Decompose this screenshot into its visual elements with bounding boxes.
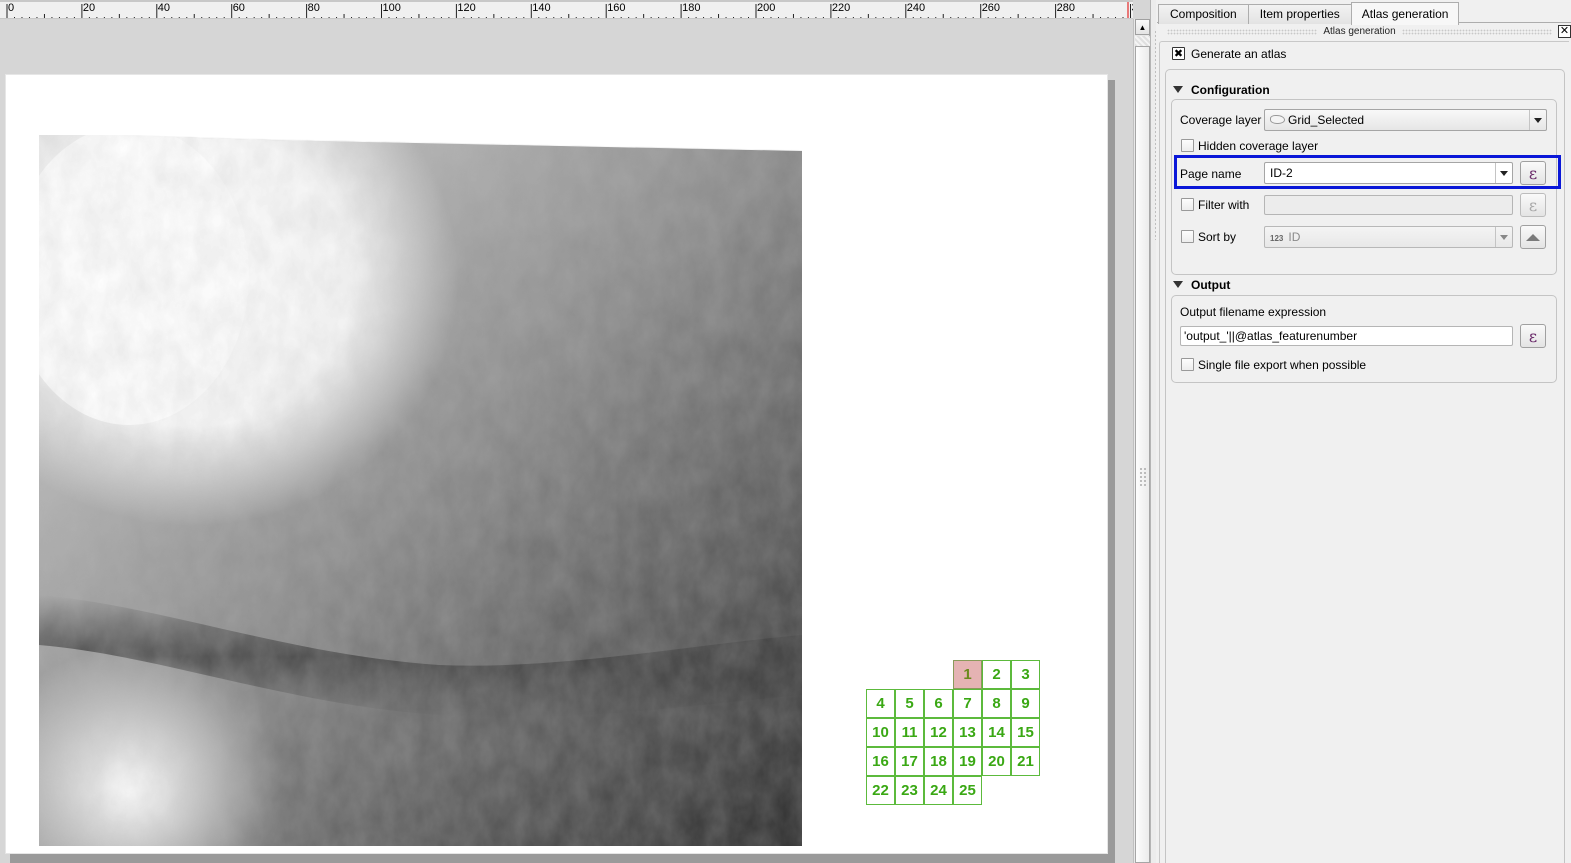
tab-atlas-generation[interactable]: Atlas generation <box>1350 2 1460 25</box>
ruler-label: 0 <box>8 2 15 14</box>
grid-cell-6: 6 <box>924 689 953 718</box>
atlas-panel: Composition Item properties Atlas genera… <box>1156 0 1571 863</box>
dem-raster <box>39 135 802 846</box>
ruler-label: 140 <box>532 2 551 14</box>
grid-cell-14: 14 <box>982 718 1011 747</box>
grid-cell-10: 10 <box>866 718 895 747</box>
sort-by-select[interactable]: 123 ID <box>1264 226 1513 248</box>
canvas-vertical-scrollbar[interactable]: ▲ <box>1133 19 1150 863</box>
numeric-field-icon: 123 <box>1270 234 1284 243</box>
output-header[interactable]: Output <box>1173 278 1230 292</box>
output-expression-button[interactable]: ε <box>1520 324 1546 348</box>
collapse-triangle-icon <box>1173 86 1183 94</box>
grid-cell-4: 4 <box>866 689 895 718</box>
configuration-title: Configuration <box>1191 83 1270 97</box>
grid-cell-11: 11 <box>895 718 924 747</box>
chevron-down-icon <box>1495 227 1512 247</box>
configuration-header[interactable]: Configuration <box>1173 83 1270 97</box>
close-icon[interactable]: ✕ <box>1558 25 1571 38</box>
composition-page[interactable]: 1 2 3 4 5 6 7 8 9 10 11 12 13 14 15 16 17 18 19 20 21 22 23 24 2… <box>5 74 1108 854</box>
grid-cell-23: 23 <box>895 776 924 805</box>
grid-cell-19: 19 <box>953 747 982 776</box>
dock-title: Atlas generation <box>1323 26 1396 37</box>
grid-cell-3: 3 <box>1011 660 1040 689</box>
ruler-label: 60 <box>232 2 245 14</box>
grid-cell-22: 22 <box>866 776 895 805</box>
output-filename-label: Output filename expression <box>1180 305 1327 319</box>
ruler-label: 40 <box>157 2 171 14</box>
grid-cell-13: 13 <box>953 718 982 747</box>
ruler-label: 240 <box>906 2 926 14</box>
ruler-label: 280 <box>1056 2 1075 14</box>
horizontal-ruler: 0 20 40 60 80 100 120 140 160 180 200 220 240 260 280 3… <box>0 0 1133 19</box>
page-name-select[interactable]: ID-2 <box>1264 162 1513 184</box>
filter-with-checkbox[interactable] <box>1181 198 1194 211</box>
chevron-down-icon <box>1495 163 1512 183</box>
tab-item-properties[interactable]: Item properties <box>1247 4 1352 24</box>
ruler-label: 180 <box>682 2 701 14</box>
dock-title-bar[interactable]: Atlas generation ✕ <box>1161 24 1571 39</box>
ruler-label: 100 <box>382 2 401 14</box>
collapse-triangle-icon <box>1173 281 1183 289</box>
hidden-coverage-checkbox[interactable] <box>1181 139 1194 152</box>
scroll-thumb[interactable] <box>1135 46 1150 863</box>
single-file-label: Single file export when possible <box>1198 358 1367 372</box>
grid-cell-20: 20 <box>982 747 1011 776</box>
single-file-checkbox[interactable] <box>1181 358 1194 371</box>
filter-with-label: Filter with <box>1198 198 1250 212</box>
grid-cell-12: 12 <box>924 718 953 747</box>
polygon-layer-icon <box>1270 115 1285 125</box>
output-title: Output <box>1191 278 1231 292</box>
ruler-label: 260 <box>981 2 1001 14</box>
grid-cell-25: 25 <box>953 776 982 805</box>
chevron-down-icon <box>1529 110 1546 130</box>
coverage-layer-select[interactable]: Grid_Selected <box>1264 109 1547 131</box>
hidden-coverage-label: Hidden coverage layer <box>1198 139 1319 153</box>
grid-cell-21: 21 <box>1011 747 1040 776</box>
page-name-label: Page name <box>1180 167 1242 181</box>
coverage-layer-label: Coverage layer <box>1180 113 1262 127</box>
panel-tabs: Composition Item properties Atlas genera… <box>1158 2 1460 25</box>
generate-atlas-label: Generate an atlas <box>1191 47 1287 61</box>
map-item-dem[interactable] <box>39 135 802 846</box>
grid-cell-18: 18 <box>924 747 953 776</box>
grid-cell-15: 15 <box>1011 718 1040 747</box>
grid-cell-16: 16 <box>866 747 895 776</box>
ruler-label: 200 <box>757 2 776 14</box>
ruler-label: 80 <box>307 2 320 14</box>
sort-by-label: Sort by <box>1198 230 1237 244</box>
generate-atlas-checkbox[interactable]: ✖ <box>1172 47 1185 60</box>
grid-cell-2: 2 <box>982 660 1011 689</box>
grid-cell-5: 5 <box>895 689 924 718</box>
page-name-expression-button[interactable]: ε <box>1520 161 1546 185</box>
ruler-label: 160 <box>607 2 626 14</box>
grid-cell-7: 7 <box>953 689 982 718</box>
ruler-label: 20 <box>82 2 96 14</box>
dock-grip-left <box>1167 28 1318 35</box>
scroll-up-button[interactable]: ▲ <box>1135 19 1150 35</box>
grid-cell-1: 1 <box>953 660 982 689</box>
coverage-layer-value: Grid_Selected <box>1288 113 1365 127</box>
composition-canvas[interactable]: 1 2 3 4 5 6 7 8 9 10 11 12 13 14 15 16 17 18 19 20 21 22 23 24 2… <box>0 20 1133 863</box>
tab-composition[interactable]: Composition <box>1158 4 1249 24</box>
grid-cell-9: 9 <box>1011 689 1040 718</box>
grid-cell-8: 8 <box>982 689 1011 718</box>
filter-expression-input[interactable] <box>1264 195 1513 215</box>
ruler-label: 120 <box>457 2 476 14</box>
page-name-value: ID-2 <box>1270 166 1293 180</box>
scroll-track[interactable] <box>1135 36 1150 46</box>
sort-by-value: ID <box>1288 230 1301 244</box>
atlas-content: ✖ Generate an atlas Configuration Covera… <box>1159 41 1569 863</box>
filter-expression-button[interactable]: ε <box>1520 193 1546 217</box>
sort-by-checkbox[interactable] <box>1181 230 1194 243</box>
grid-cell-24: 24 <box>924 776 953 805</box>
ruler-label: 300 <box>1132 3 1134 14</box>
grip-icon <box>1139 467 1148 487</box>
output-filename-input[interactable]: 'output_'||@atlas_featurenumber <box>1180 326 1513 346</box>
ruler-label: 220 <box>831 2 851 14</box>
sort-ascending-button[interactable] <box>1520 225 1546 249</box>
qgis-print-composer: 0204060801001201401601802002202402602803… <box>0 0 1571 863</box>
dock-grip-right <box>1401 28 1552 35</box>
grid-cell-17: 17 <box>895 747 924 776</box>
